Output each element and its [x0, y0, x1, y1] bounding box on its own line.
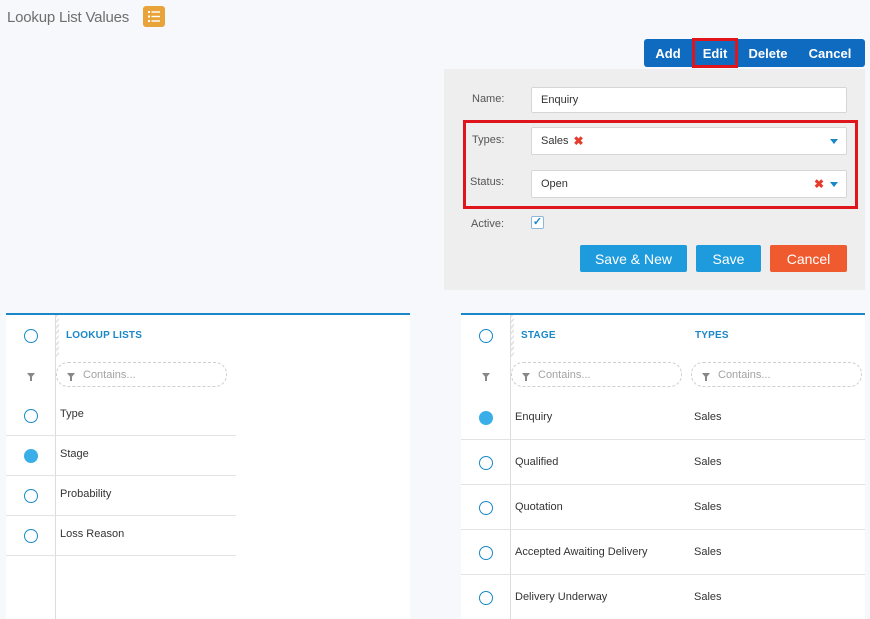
name-field[interactable]: Enquiry — [531, 87, 847, 113]
filter-icon — [702, 373, 710, 381]
lookup-filter-input[interactable]: Contains... — [56, 362, 227, 387]
add-button[interactable]: Add — [644, 39, 692, 67]
row-checkbox[interactable] — [24, 409, 38, 423]
resize-handle[interactable] — [511, 315, 514, 357]
stage-cell: Accepted Awaiting Delivery — [515, 546, 648, 558]
lookup-name: Stage — [60, 448, 89, 460]
types-cell: Sales — [694, 411, 722, 423]
active-checkbox[interactable]: ✓ — [531, 216, 544, 229]
row-checkbox-selected[interactable] — [24, 449, 38, 463]
row-checkbox[interactable] — [479, 546, 493, 560]
lookup-name: Probability — [60, 488, 112, 500]
lookup-name: Type — [60, 408, 84, 420]
table-row[interactable]: Quotation Sales — [461, 485, 865, 530]
status-label: Status: — [470, 176, 505, 188]
edit-button[interactable]: Edit — [692, 38, 738, 68]
lookup-lists-header[interactable]: LOOKUP LISTS — [66, 330, 142, 341]
active-label: Active: — [471, 218, 505, 230]
stage-cell: Delivery Underway — [515, 591, 608, 603]
stage-filter-input[interactable]: Contains... — [511, 362, 682, 387]
stage-cell: Qualified — [515, 456, 559, 468]
clear-status-icon[interactable]: ✖ — [814, 177, 824, 191]
types-select[interactable]: Sales ✖ — [531, 127, 847, 155]
stage-header[interactable]: STAGE — [521, 330, 556, 341]
row-checkbox[interactable] — [479, 591, 493, 605]
lookup-lists-grid: LOOKUP LISTS Contains... Type Stage Prob… — [6, 313, 410, 619]
row-checkbox-selected[interactable] — [479, 411, 493, 425]
cancel-button[interactable]: Cancel — [770, 245, 847, 272]
filter-placeholder: Contains... — [83, 368, 136, 381]
status-select[interactable]: Open ✖ — [531, 170, 847, 198]
list-icon — [148, 11, 160, 22]
delete-button[interactable]: Delete — [738, 39, 798, 67]
filter-icon[interactable] — [482, 373, 490, 381]
status-value: Open — [541, 178, 568, 190]
row-checkbox[interactable] — [24, 529, 38, 543]
name-label: Name: — [472, 93, 505, 105]
table-row[interactable]: Enquiry Sales — [461, 395, 865, 440]
page-title: Lookup List Values — [7, 9, 130, 26]
types-cell: Sales — [694, 591, 722, 603]
save-button[interactable]: Save — [696, 245, 761, 272]
types-filter-input[interactable]: Contains... — [691, 362, 862, 387]
remove-type-icon[interactable]: ✖ — [574, 134, 584, 148]
row-checkbox[interactable] — [479, 501, 493, 515]
select-all-checkbox[interactable] — [479, 329, 493, 343]
select-all-checkbox[interactable] — [24, 329, 38, 343]
filter-icon[interactable] — [27, 373, 35, 381]
stage-cell: Enquiry — [515, 411, 553, 423]
row-checkbox[interactable] — [479, 456, 493, 470]
list-item[interactable]: Probability — [6, 476, 236, 516]
list-item[interactable]: Stage — [6, 436, 236, 476]
list-item[interactable]: Type — [6, 396, 236, 436]
types-dropdown-icon[interactable] — [830, 139, 838, 144]
status-dropdown-icon[interactable] — [830, 182, 838, 187]
filter-icon — [522, 373, 530, 381]
types-cell: Sales — [694, 501, 722, 513]
types-header[interactable]: TYPES — [695, 330, 729, 341]
toolbar-cancel-button[interactable]: Cancel — [798, 39, 862, 67]
list-item[interactable]: Loss Reason — [6, 516, 236, 556]
checkmark-icon: ✓ — [532, 216, 543, 228]
types-cell: Sales — [694, 456, 722, 468]
types-label: Types: — [472, 134, 505, 146]
stage-values-grid: STAGE TYPES Contains... Contains... Enqu… — [461, 313, 865, 619]
filter-icon — [67, 373, 75, 381]
name-value: Enquiry — [541, 94, 579, 106]
table-row[interactable]: Delivery Underway Sales — [461, 575, 865, 619]
row-checkbox[interactable] — [24, 489, 38, 503]
table-row[interactable]: Accepted Awaiting Delivery Sales — [461, 530, 865, 575]
resize-handle[interactable] — [56, 315, 59, 357]
filter-placeholder: Contains... — [718, 368, 771, 381]
list-view-button[interactable] — [143, 6, 165, 27]
lookup-name: Loss Reason — [60, 528, 125, 540]
stage-cell: Quotation — [515, 501, 563, 513]
table-row[interactable]: Qualified Sales — [461, 440, 865, 485]
save-and-new-button[interactable]: Save & New — [580, 245, 687, 272]
filter-placeholder: Contains... — [538, 368, 591, 381]
types-cell: Sales — [694, 546, 722, 558]
types-tag: Sales — [541, 135, 569, 147]
action-toolbar: Add Edit Delete Cancel — [644, 38, 865, 68]
